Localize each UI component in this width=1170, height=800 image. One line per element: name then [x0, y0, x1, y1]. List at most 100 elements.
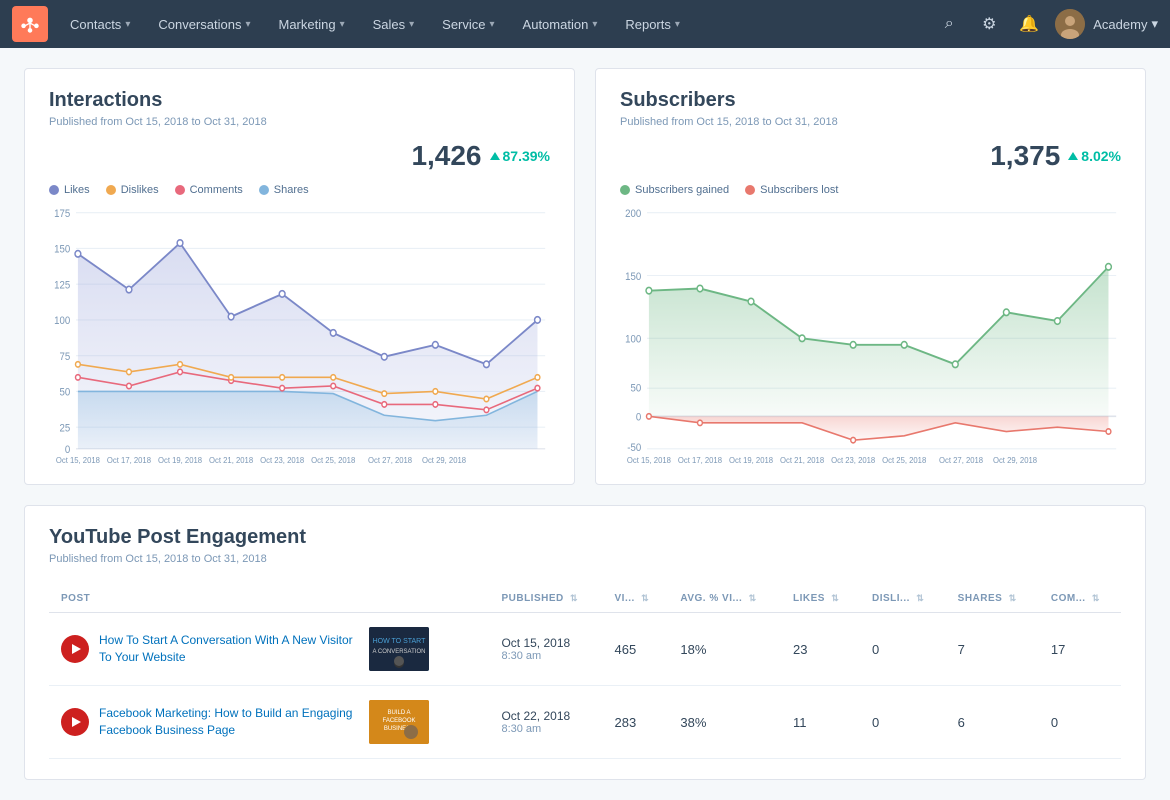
subscribers-card: Subscribers Published from Oct 15, 2018 …	[595, 68, 1146, 485]
gained-dot	[620, 185, 630, 195]
sort-icon: ⇅	[831, 593, 839, 603]
svg-text:Oct 19, 2018: Oct 19, 2018	[158, 456, 202, 464]
youtube-icon	[61, 708, 89, 736]
search-button[interactable]: ⌕	[931, 6, 967, 42]
svg-text:175: 175	[54, 209, 70, 221]
published-1: Oct 15, 2018 8:30 am	[489, 613, 602, 686]
svg-text:A CONVERSATION: A CONVERSATION	[373, 649, 426, 655]
chevron-down-icon: ▾	[340, 19, 345, 30]
avatar[interactable]	[1055, 9, 1085, 39]
svg-text:Oct 29, 2018: Oct 29, 2018	[422, 456, 466, 464]
sort-icon: ⇅	[749, 593, 757, 603]
col-avg-view[interactable]: AVG. % VI... ⇅	[668, 585, 781, 613]
interactions-legend: Likes Dislikes Comments Shares	[49, 184, 550, 196]
sort-icon: ⇅	[1092, 593, 1100, 603]
youtube-title: YouTube Post Engagement	[49, 526, 1121, 549]
post-thumbnail-2: BUILD A FACEBOOK BUSINESS	[369, 700, 429, 744]
svg-text:Oct 29, 2018: Oct 29, 2018	[993, 456, 1037, 464]
shares-2: 6	[946, 686, 1039, 759]
post-thumbnail-1: HOW TO START A CONVERSATION	[369, 627, 429, 671]
avg-view-1: 18%	[668, 613, 781, 686]
post-cell-1: How To Start A Conversation With A New V…	[49, 613, 489, 686]
views-1: 465	[603, 613, 669, 686]
col-dislikes[interactable]: DISLI... ⇅	[860, 585, 946, 613]
svg-text:150: 150	[625, 271, 641, 283]
likes-1: 23	[781, 613, 860, 686]
subscribers-chart: 200 150 100 50 0 -50	[620, 204, 1121, 464]
svg-text:Oct 27, 2018: Oct 27, 2018	[368, 456, 412, 464]
account-menu[interactable]: Academy ▾	[1093, 16, 1158, 32]
nav-reports[interactable]: Reports ▾	[611, 0, 694, 48]
bell-icon: 🔔	[1019, 14, 1039, 34]
chevron-down-icon: ▾	[1151, 16, 1158, 32]
nav-marketing[interactable]: Marketing ▾	[264, 0, 358, 48]
post-title-2[interactable]: Facebook Marketing: How to Build an Enga…	[99, 705, 359, 739]
post-info-1: How To Start A Conversation With A New V…	[61, 627, 477, 671]
col-comments[interactable]: COM... ⇅	[1039, 585, 1121, 613]
svg-text:125: 125	[54, 280, 70, 292]
svg-text:150: 150	[54, 244, 70, 256]
col-post: POST	[49, 585, 489, 613]
subscribers-legend: Subscribers gained Subscribers lost	[620, 184, 1121, 196]
svg-text:75: 75	[59, 352, 70, 364]
published-2: Oct 22, 2018 8:30 am	[489, 686, 602, 759]
post-title-1[interactable]: How To Start A Conversation With A New V…	[99, 632, 359, 666]
shares-dot	[259, 185, 269, 195]
nav-conversations[interactable]: Conversations ▾	[144, 0, 264, 48]
interactions-card: Interactions Published from Oct 15, 2018…	[24, 68, 575, 485]
trend-up-icon	[490, 152, 500, 160]
chevron-down-icon: ▾	[245, 19, 250, 30]
post-info-2: Facebook Marketing: How to Build an Enga…	[61, 700, 477, 744]
youtube-table: POST PUBLISHED ⇅ VI... ⇅ AVG. % VI... ⇅	[49, 585, 1121, 759]
col-views[interactable]: VI... ⇅	[603, 585, 669, 613]
svg-text:Oct 25, 2018: Oct 25, 2018	[311, 456, 355, 464]
subscribers-subtitle: Published from Oct 15, 2018 to Oct 31, 2…	[620, 116, 1121, 128]
svg-text:Oct 21, 2018: Oct 21, 2018	[209, 456, 253, 464]
dislikes-dot	[106, 185, 116, 195]
svg-text:100: 100	[625, 334, 641, 346]
interactions-value: 1,426	[411, 140, 481, 172]
dislikes-2: 0	[860, 686, 946, 759]
settings-button[interactable]: ⚙	[971, 6, 1007, 42]
col-likes[interactable]: LIKES ⇅	[781, 585, 860, 613]
avg-view-2: 38%	[668, 686, 781, 759]
notifications-button[interactable]: 🔔	[1011, 6, 1047, 42]
nav-service[interactable]: Service ▾	[428, 0, 508, 48]
legend-likes: Likes	[49, 184, 90, 196]
table-row: How To Start A Conversation With A New V…	[49, 613, 1121, 686]
hubspot-logo[interactable]	[12, 6, 48, 42]
interactions-metric: 1,426 87.39%	[49, 140, 550, 172]
nav-contacts[interactable]: Contacts ▾	[56, 0, 144, 48]
sort-icon: ⇅	[570, 593, 578, 603]
legend-lost: Subscribers lost	[745, 184, 838, 196]
nav-automation[interactable]: Automation ▾	[509, 0, 612, 48]
subscribers-change: 8.02%	[1068, 148, 1121, 164]
legend-gained: Subscribers gained	[620, 184, 729, 196]
chevron-down-icon: ▾	[125, 19, 130, 30]
legend-dislikes: Dislikes	[106, 184, 159, 196]
table-body: How To Start A Conversation With A New V…	[49, 613, 1121, 759]
svg-text:25: 25	[59, 423, 70, 435]
lost-dot	[745, 185, 755, 195]
comments-2: 0	[1039, 686, 1121, 759]
chevron-down-icon: ▾	[675, 19, 680, 30]
interactions-change: 87.39%	[490, 148, 550, 164]
subscribers-metric: 1,375 8.02%	[620, 140, 1121, 172]
svg-text:Oct 19, 2018: Oct 19, 2018	[729, 456, 773, 464]
col-shares[interactable]: SHARES ⇅	[946, 585, 1039, 613]
col-published[interactable]: PUBLISHED ⇅	[489, 585, 602, 613]
nav-sales[interactable]: Sales ▾	[359, 0, 429, 48]
trend-up-icon	[1068, 152, 1078, 160]
svg-text:-50: -50	[627, 443, 641, 455]
comments-dot	[175, 185, 185, 195]
youtube-icon	[61, 635, 89, 663]
interactions-subtitle: Published from Oct 15, 2018 to Oct 31, 2…	[49, 116, 550, 128]
legend-comments: Comments	[175, 184, 243, 196]
chevron-down-icon: ▾	[490, 19, 495, 30]
svg-text:0: 0	[636, 412, 642, 424]
comments-1: 17	[1039, 613, 1121, 686]
top-navigation: Contacts ▾ Conversations ▾ Marketing ▾ S…	[0, 0, 1170, 48]
subscribers-title: Subscribers	[620, 89, 1121, 112]
svg-text:HOW TO START: HOW TO START	[373, 638, 426, 645]
interactions-chart: 175 150 125 100 75 50 25 0	[49, 204, 550, 464]
